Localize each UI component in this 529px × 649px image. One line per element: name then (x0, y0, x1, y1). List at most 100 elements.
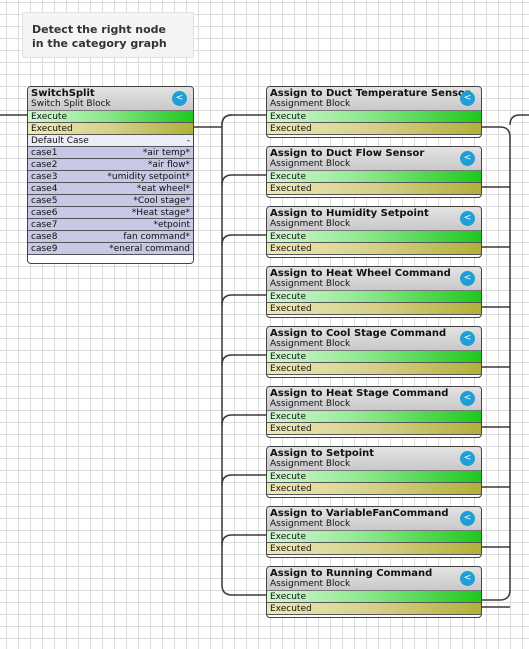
assignment-node-header[interactable]: Assign to Running Command Assignment Bloc… (267, 567, 481, 591)
case-port-8[interactable]: case8 fan command* (28, 231, 193, 243)
execute-port[interactable]: Execute (267, 231, 481, 243)
executed-port[interactable]: Executed (267, 543, 481, 555)
executed-port[interactable]: Executed (267, 363, 481, 375)
case-label: case4 (31, 184, 58, 194)
case-port-5[interactable]: case5 *Cool stage* (28, 195, 193, 207)
case-port-2[interactable]: case2 *air flow* (28, 159, 193, 171)
executed-port[interactable]: Executed (267, 243, 481, 255)
assignment-node[interactable]: Assign to Duct Flow Sensor Assignment Blo… (266, 146, 482, 198)
execute-port[interactable]: Execute (267, 111, 481, 123)
executed-port[interactable]: Executed (267, 123, 481, 135)
share-icon[interactable]: < (460, 331, 475, 346)
node-subtitle: Assignment Block (270, 399, 351, 409)
default-case-label: Default Case (31, 136, 89, 146)
assignment-node-header[interactable]: Assign to Heat Wheel Command Assignment B… (267, 267, 481, 291)
execute-port[interactable]: Execute (267, 591, 481, 603)
wire (221, 414, 266, 426)
node-subtitle: Assignment Block (270, 99, 351, 109)
case-value: *umidity setpoint* (107, 172, 190, 182)
execute-port[interactable]: Execute (267, 291, 481, 303)
node-title: Assign to Setpoint (270, 448, 375, 459)
share-icon[interactable]: < (460, 511, 475, 526)
category-note: Detect the right node in the category gr… (22, 12, 194, 58)
node-subtitle: Assignment Block (270, 219, 351, 229)
executed-port[interactable]: Executed (267, 183, 481, 195)
node-title: SwitchSplit (31, 88, 95, 99)
node-title: Assign to Running Command (270, 568, 433, 579)
case-value: *eat wheel* (136, 184, 190, 194)
executed-port[interactable]: Executed (267, 483, 481, 495)
assignment-node-header[interactable]: Assign to Setpoint Assignment Block < (267, 447, 481, 471)
wire (221, 294, 266, 306)
assignment-node-header[interactable]: Assign to VariableFanCommand Assignment B… (267, 507, 481, 531)
node-subtitle: Switch Split Block (31, 99, 111, 109)
wire (221, 174, 266, 186)
case-port-3[interactable]: case3 *umidity setpoint* (28, 171, 193, 183)
default-case-value: - (186, 136, 190, 146)
node-subtitle: Assignment Block (270, 579, 351, 589)
default-case-port[interactable]: Default Case - (28, 135, 193, 147)
share-icon[interactable]: < (460, 151, 475, 166)
executed-port[interactable]: Executed (267, 303, 481, 315)
case-port-9[interactable]: case9 *eneral command (28, 243, 193, 255)
share-icon[interactable]: < (460, 211, 475, 226)
share-icon[interactable]: < (172, 91, 187, 106)
case-label: case5 (31, 196, 58, 206)
execute-port[interactable]: Execute (267, 351, 481, 363)
node-subtitle: Assignment Block (270, 339, 351, 349)
case-label: case7 (31, 220, 58, 230)
node-title: Assign to Humidity Setpoint (270, 208, 429, 219)
node-title: Assign to Cool Stage Command (270, 328, 447, 339)
case-label: case9 (31, 244, 58, 254)
wire (482, 126, 511, 601)
case-value: *air flow* (147, 160, 190, 170)
case-port-7[interactable]: case7 *etpoint (28, 219, 193, 231)
wire (221, 534, 266, 546)
execute-port[interactable]: Execute (28, 111, 193, 123)
share-icon[interactable]: < (460, 91, 475, 106)
executed-port[interactable]: Executed (267, 423, 481, 435)
share-icon[interactable]: < (460, 271, 475, 286)
case-value: fan command* (123, 232, 190, 242)
execute-port[interactable]: Execute (267, 411, 481, 423)
case-port-1[interactable]: case1 *air temp* (28, 147, 193, 159)
wire (221, 354, 266, 366)
share-icon[interactable]: < (460, 391, 475, 406)
share-icon[interactable]: < (460, 571, 475, 586)
assignment-node[interactable]: Assign to Setpoint Assignment Block < Execu… (266, 446, 482, 498)
execute-port[interactable]: Execute (267, 531, 481, 543)
assignment-node-header[interactable]: Assign to Heat Stage Command Assignment B… (267, 387, 481, 411)
wire (221, 234, 266, 246)
executed-port[interactable]: Executed (28, 123, 193, 135)
node-title: Assign to Duct Flow Sensor (270, 148, 425, 159)
assignment-node-header[interactable]: Assign to Duct Temperature Sensor Assignm… (267, 87, 481, 111)
case-label: case1 (31, 148, 58, 158)
case-value: *air temp* (142, 148, 190, 158)
switch-split-header[interactable]: SwitchSplit Switch Split Block < (28, 87, 193, 111)
assignment-node[interactable]: Assign to Duct Temperature Sensor Assignm… (266, 86, 482, 138)
switch-split-node[interactable]: SwitchSplit Switch Split Block < Execute… (27, 86, 194, 264)
case-label: case6 (31, 208, 58, 218)
assignment-node-header[interactable]: Assign to Cool Stage Command Assignment B… (267, 327, 481, 351)
case-port-6[interactable]: case6 *Heat stage* (28, 207, 193, 219)
node-subtitle: Assignment Block (270, 159, 351, 169)
assignment-node[interactable]: Assign to Humidity Setpoint Assignment Bl… (266, 206, 482, 258)
executed-port[interactable]: Executed (267, 603, 481, 615)
execute-port[interactable]: Execute (267, 471, 481, 483)
wire (221, 114, 266, 596)
share-icon[interactable]: < (460, 451, 475, 466)
case-value: *eneral command (109, 244, 190, 254)
case-label: case8 (31, 232, 58, 242)
node-title: Assign to VariableFanCommand (270, 508, 449, 519)
assignment-node[interactable]: Assign to Cool Stage Command Assignment B… (266, 326, 482, 378)
node-subtitle: Assignment Block (270, 279, 351, 289)
assignment-node[interactable]: Assign to VariableFanCommand Assignment B… (266, 506, 482, 558)
case-port-4[interactable]: case4 *eat wheel* (28, 183, 193, 195)
execute-port[interactable]: Execute (267, 171, 481, 183)
assignment-node-header[interactable]: Assign to Duct Flow Sensor Assignment Blo… (267, 147, 481, 171)
case-value: *Heat stage* (131, 208, 190, 218)
assignment-node[interactable]: Assign to Heat Wheel Command Assignment B… (266, 266, 482, 318)
assignment-node-header[interactable]: Assign to Humidity Setpoint Assignment Bl… (267, 207, 481, 231)
assignment-node[interactable]: Assign to Running Command Assignment Bloc… (266, 566, 482, 618)
assignment-node[interactable]: Assign to Heat Stage Command Assignment B… (266, 386, 482, 438)
